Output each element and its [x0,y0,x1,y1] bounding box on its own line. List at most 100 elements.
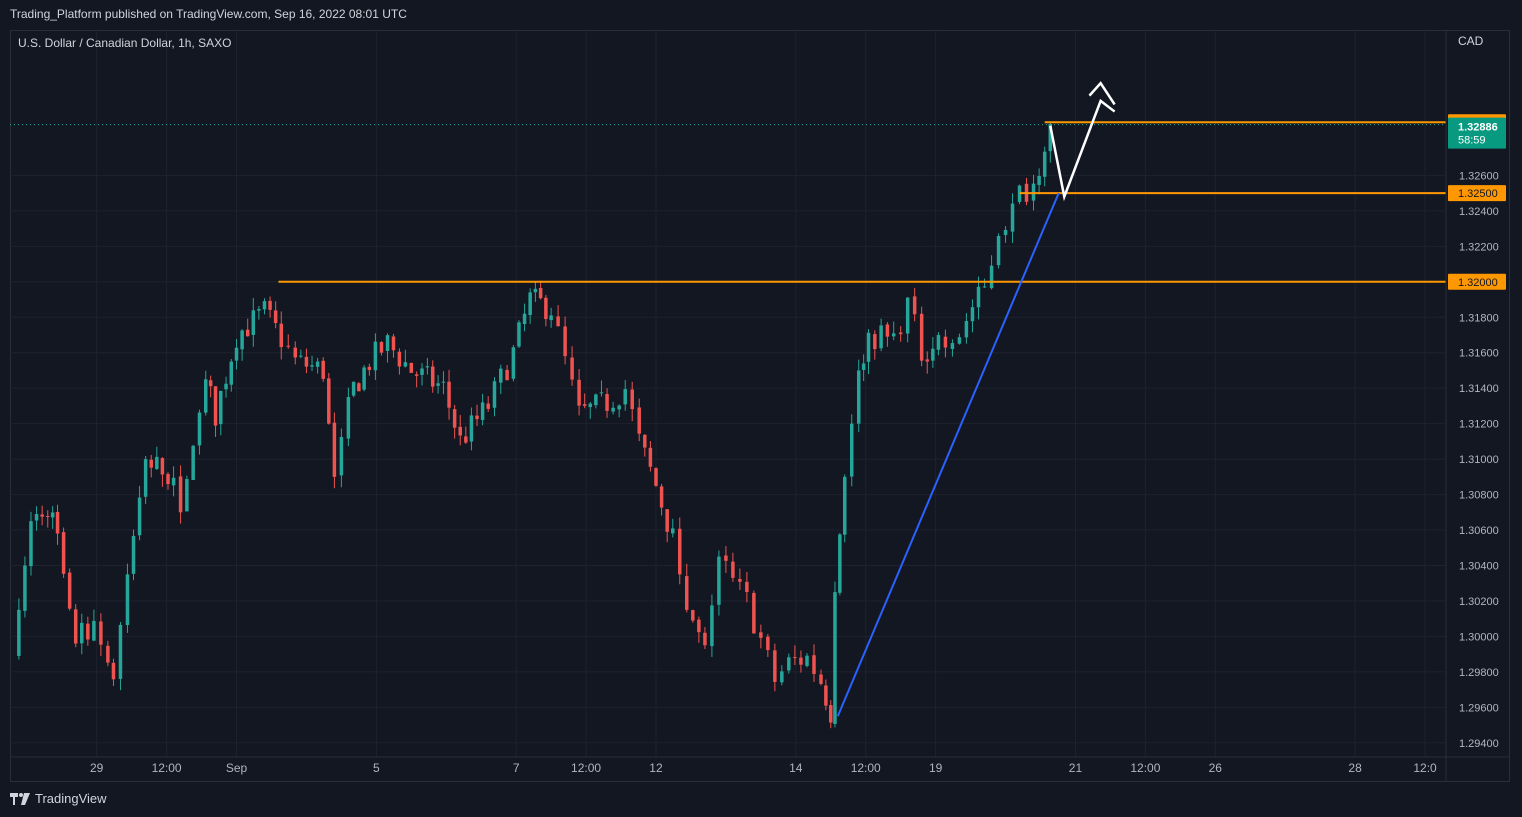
projection-arrow [1049,98,1116,202]
candle-body [257,309,261,311]
candle-body [262,301,267,310]
candle-body [943,336,948,348]
time-tick-label: Sep [226,761,248,775]
candle-body [970,307,975,322]
time-tick-label: 12:00 [571,761,601,775]
candle-body [155,456,159,469]
candle-body [208,380,213,387]
price-chart[interactable]: 1.32600 1.32400 1.32200 1.32000 1.31800 1.316… [0,0,1522,817]
price-tick-label: 1.31000 [1459,454,1499,466]
candle-body [414,374,419,376]
candle-body [425,366,430,368]
candle-body [710,605,714,647]
candle-body [441,381,446,383]
candle-body [268,300,272,310]
candle-body [866,332,871,362]
symbol-legend[interactable]: U.S. Dollar / Canadian Dollar, 1h, SAXO [18,36,231,50]
candle-body [137,497,142,536]
candle-body [570,357,574,380]
candle-body [486,403,490,409]
candle-body [55,511,60,534]
price-tick-label: 1.32200 [1459,241,1499,253]
candle-body [780,671,784,683]
candle-body [685,576,689,610]
candle-body [391,336,396,351]
drawings[interactable] [10,81,1446,717]
candle-body [538,287,543,299]
price-tick-label: 1.29600 [1459,702,1499,714]
price-tick-label: 1.31800 [1459,312,1499,324]
time-tick-label: 28 [1348,761,1362,775]
candle-body [885,324,890,337]
time-axis[interactable]: 29 12:00 Sep 5 7 12:00 12 14 12:00 19 21 12:00 26 28 1… [10,756,1510,775]
candles [17,122,1053,729]
candle-body [588,403,593,408]
candle-body [766,636,770,650]
bottom-bar [0,782,1522,817]
price-tick-label: 1.29400 [1459,738,1499,750]
candle-body [812,655,816,674]
candle-body [856,370,861,424]
time-tick-label: 19 [929,761,943,775]
candle-body [229,361,234,385]
candle-body [582,404,587,406]
candle-body [1031,183,1036,201]
candle-body [838,534,842,593]
candle-body [46,516,50,518]
candle-body [976,286,981,308]
candle-body [752,592,756,634]
candle-body [605,394,609,411]
candle-body [833,592,837,724]
candle-body [544,297,548,320]
candle-body [745,581,749,592]
price-axis[interactable]: 1.32600 1.32400 1.32200 1.32000 1.31800 1.316… [1445,30,1506,782]
candle-body [385,335,390,352]
candle-body [643,434,647,448]
candle-body [861,363,866,371]
candle-body [373,341,378,371]
candle-body [118,624,123,679]
candle-body [549,315,553,321]
last-price-label: 1.32886 [1458,122,1498,134]
candle-body [697,619,701,633]
candle-body [659,486,664,508]
candle-body [522,313,527,325]
candle-body [563,326,567,357]
candle-body [492,381,497,408]
time-tick-label: 26 [1209,761,1223,775]
candle-body [166,474,170,485]
candle-body [931,348,935,361]
candle-body [29,521,33,567]
tradingview-brand[interactable]: TradingView [10,791,107,806]
candle-body [843,476,847,535]
candle-body [505,369,509,381]
time-tick-label: 12:0 [1413,761,1437,775]
candle-body [447,381,451,408]
candle-body [185,479,189,512]
candle-body [617,405,621,410]
candle-body [511,347,516,379]
candle-body [279,323,284,348]
time-tick-label: 12 [649,761,663,775]
candle-body [898,332,903,335]
candle-body [224,383,228,390]
candle-body [339,436,344,476]
candle-body [299,355,303,357]
price-tick-label: 1.30400 [1459,560,1499,572]
time-tick-label: 7 [513,761,520,775]
candle-body [799,657,803,665]
price-tick-label: 1.30600 [1459,525,1499,537]
candle-body [533,288,538,293]
candle-body [1042,151,1047,177]
candle-body [40,514,44,517]
candle-body [362,367,366,390]
candle-body [577,379,581,406]
candle-body [691,610,695,621]
candle-body [357,383,361,392]
candle-body [936,335,941,350]
candle-body [724,555,728,561]
candle-body [879,325,883,349]
price-tick-label: 1.30200 [1459,596,1499,608]
price-tick-label: 1.31600 [1459,348,1499,360]
tradingview-logo-icon [10,792,30,805]
